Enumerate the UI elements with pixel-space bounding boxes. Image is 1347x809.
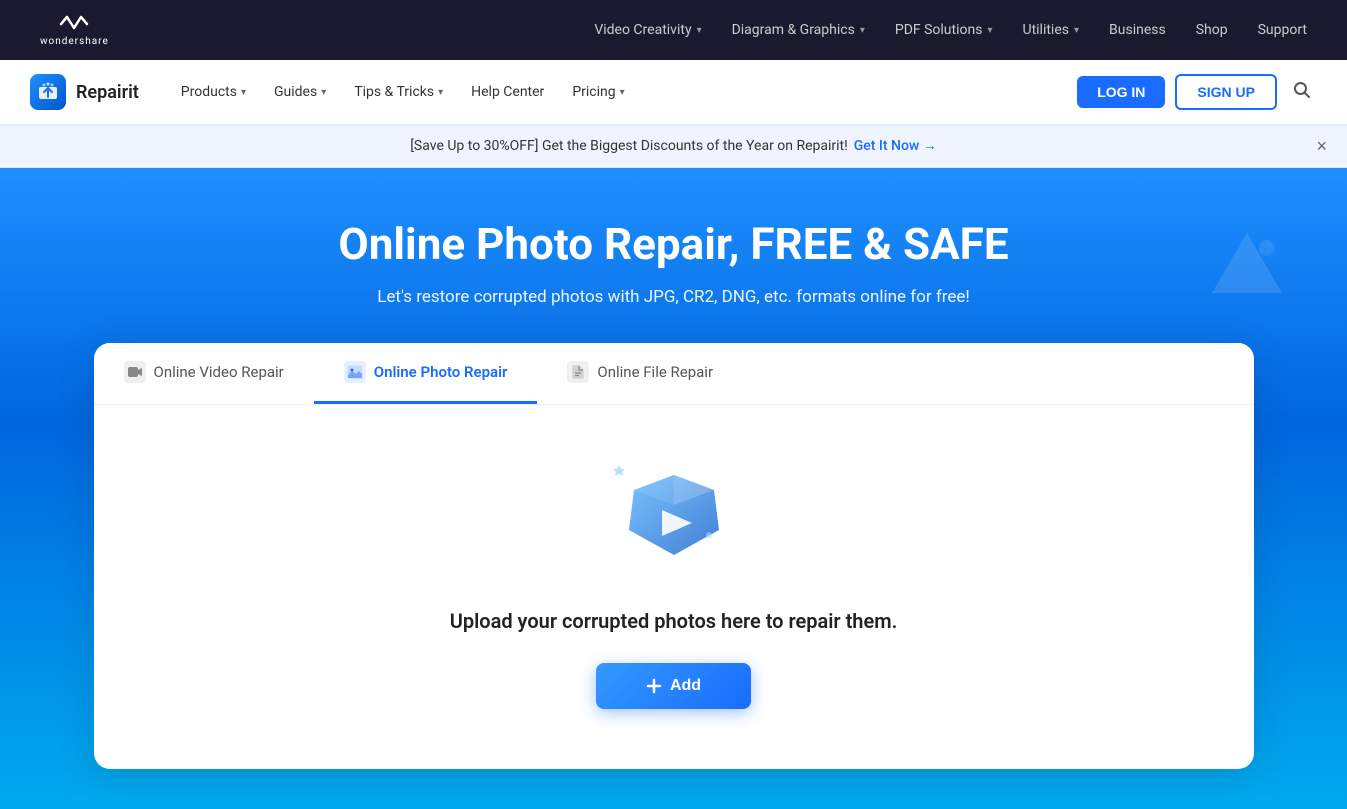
nav-products[interactable]: Products ▾ [169, 76, 258, 108]
search-icon [1293, 81, 1311, 99]
banner-close-button[interactable]: × [1316, 137, 1327, 155]
upload-instruction-text: Upload your corrupted photos here to rep… [450, 609, 898, 633]
top-nav-links: Video Creativity ▾ Diagram & Graphics ▾ … [594, 22, 1307, 38]
tab-photo-repair[interactable]: Online Photo Repair [314, 343, 538, 404]
top-nav-business[interactable]: Business [1109, 22, 1166, 38]
top-nav-diagram-graphics[interactable]: Diagram & Graphics ▾ [732, 22, 865, 38]
top-navigation: wondershare Video Creativity ▾ Diagram &… [0, 0, 1347, 60]
banner-text: [Save Up to 30%OFF] Get the Biggest Disc… [410, 138, 848, 154]
tab-photo-label: Online Photo Repair [374, 363, 508, 381]
tab-file-label: Online File Repair [597, 363, 713, 381]
hero-decoration-icon [1207, 228, 1287, 308]
repairit-logo-svg [37, 81, 59, 103]
signup-button[interactable]: SIGN UP [1175, 74, 1277, 110]
hero-subtitle: Let's restore corrupted photos with JPG,… [377, 287, 970, 307]
tab-video-label: Online Video Repair [154, 363, 284, 381]
banner-cta-link[interactable]: Get It Now → [854, 137, 937, 154]
chevron-down-icon: ▾ [241, 87, 246, 98]
top-nav-pdf-solutions[interactable]: PDF Solutions ▾ [895, 22, 993, 38]
promo-banner: [Save Up to 30%OFF] Get the Biggest Disc… [0, 124, 1347, 168]
nav-tips-tricks[interactable]: Tips & Tricks ▾ [342, 76, 455, 108]
upload-illustration [594, 455, 754, 579]
chevron-down-icon: ▾ [620, 87, 625, 98]
nav-guides[interactable]: Guides ▾ [262, 76, 338, 108]
add-files-button[interactable]: Add [596, 663, 751, 709]
wondershare-logo[interactable]: wondershare [40, 14, 109, 47]
photo-illustration-svg [594, 455, 754, 575]
hero-section: Online Photo Repair, FREE & SAFE Let's r… [0, 168, 1347, 809]
login-button[interactable]: LOG IN [1077, 76, 1165, 108]
video-tab-icon [124, 361, 146, 383]
chevron-down-icon: ▾ [860, 25, 865, 36]
nav-help-center[interactable]: Help Center [459, 76, 556, 108]
file-tab-icon [567, 361, 589, 383]
brand-name-text: Repairit [76, 82, 139, 103]
upload-area: Upload your corrupted photos here to rep… [94, 405, 1254, 769]
top-nav-support[interactable]: Support [1258, 22, 1307, 38]
hero-title: Online Photo Repair, FREE & SAFE [338, 218, 1008, 271]
repairit-icon [30, 74, 66, 110]
repair-card: Online Video Repair Online Photo Repair [94, 343, 1254, 769]
nav-pricing[interactable]: Pricing ▾ [560, 76, 636, 108]
second-nav-actions: LOG IN SIGN UP [1077, 74, 1317, 110]
search-button[interactable] [1287, 75, 1317, 110]
tab-file-repair[interactable]: Online File Repair [537, 343, 743, 404]
wondershare-logo-icon [59, 14, 89, 34]
chevron-down-icon: ▾ [321, 87, 326, 98]
second-nav-links: Products ▾ Guides ▾ Tips & Tricks ▾ Help… [169, 76, 1077, 108]
wondershare-logo-text: wondershare [40, 36, 109, 47]
top-nav-video-creativity[interactable]: Video Creativity ▾ [594, 22, 701, 38]
add-button-label: Add [670, 677, 701, 695]
chevron-down-icon: ▾ [987, 25, 992, 36]
chevron-down-icon: ▾ [438, 87, 443, 98]
photo-tab-icon [344, 361, 366, 383]
brand-logo[interactable]: Repairit [30, 74, 139, 110]
plus-icon [646, 678, 662, 694]
top-nav-utilities[interactable]: Utilities ▾ [1022, 22, 1079, 38]
repair-tabs: Online Video Repair Online Photo Repair [94, 343, 1254, 405]
chevron-down-icon: ▾ [1074, 25, 1079, 36]
secondary-navigation: Repairit Products ▾ Guides ▾ Tips & Tric… [0, 60, 1347, 124]
top-nav-shop[interactable]: Shop [1196, 22, 1228, 38]
chevron-down-icon: ▾ [697, 25, 702, 36]
tab-video-repair[interactable]: Online Video Repair [94, 343, 314, 404]
